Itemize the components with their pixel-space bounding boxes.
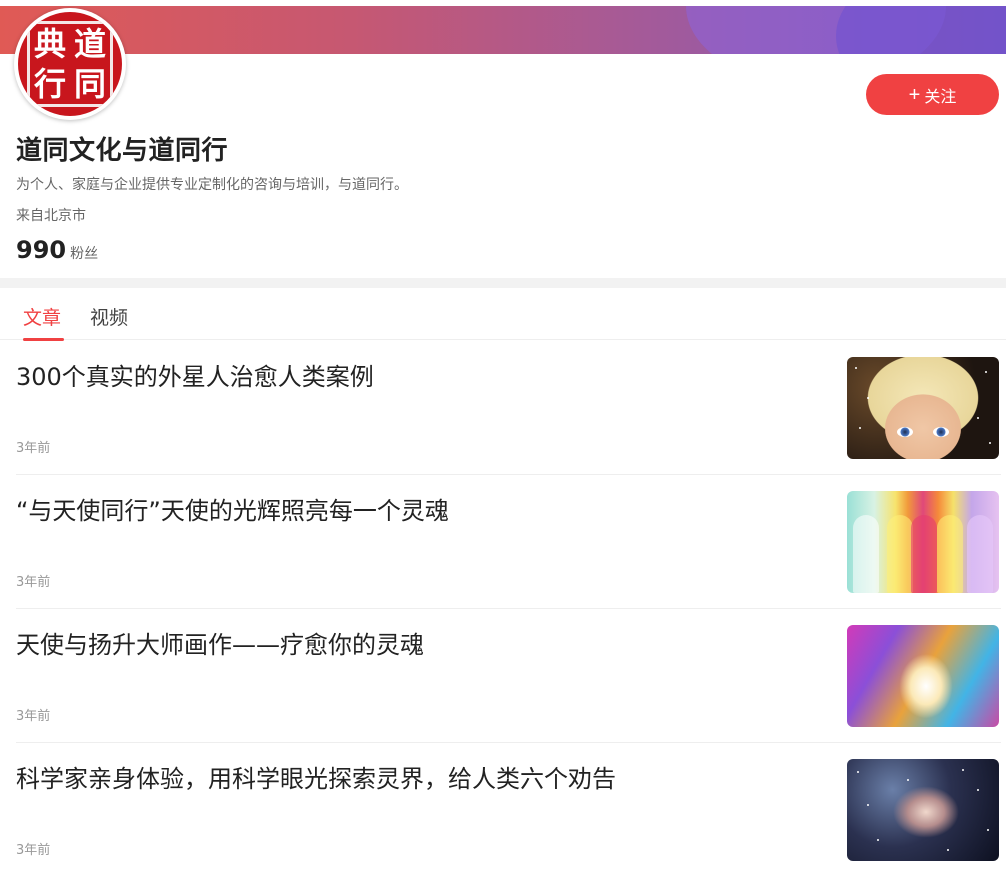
article-thumbnail[interactable]: [847, 357, 999, 459]
section-divider: [0, 278, 1006, 288]
article-thumbnail[interactable]: [847, 491, 999, 593]
avatar[interactable]: 典 道 行 同: [14, 8, 126, 120]
article-title[interactable]: 天使与扬升大师画作——疗愈你的灵魂: [16, 625, 816, 660]
article-time: 3年前: [16, 709, 51, 724]
list-item[interactable]: 天使与扬升大师画作——疗愈你的灵魂 3年前: [16, 609, 1001, 743]
fans-number: 990: [16, 236, 67, 264]
profile-banner: [0, 6, 1006, 54]
fans-count[interactable]: 990 粉丝: [16, 236, 98, 264]
content-tabs: 文章 视频: [0, 288, 1006, 341]
banner-decoration: [836, 6, 1006, 54]
article-title[interactable]: 300个真实的外星人治愈人类案例: [16, 357, 816, 392]
article-title[interactable]: “与天使同行”天使的光辉照亮每一个灵魂: [16, 491, 816, 526]
follow-button[interactable]: + 关注: [866, 74, 999, 115]
list-item[interactable]: “与天使同行”天使的光辉照亮每一个灵魂 3年前: [16, 475, 1001, 609]
seal-logo: 典 道 行 同: [18, 12, 122, 116]
profile-location: 来自北京市: [16, 208, 86, 224]
article-time: 3年前: [16, 575, 51, 590]
article-time: 3年前: [16, 843, 51, 858]
tab-videos[interactable]: 视频: [90, 303, 128, 330]
profile-name: 道同文化与道同行: [16, 136, 229, 166]
article-time: 3年前: [16, 441, 51, 456]
seal-char: 同: [73, 65, 106, 103]
tab-articles[interactable]: 文章: [23, 303, 61, 330]
fans-label: 粉丝: [70, 246, 99, 262]
profile-description: 为个人、家庭与企业提供专业定制化的咨询与培训，与道同行。: [16, 177, 408, 193]
list-item[interactable]: 科学家亲身体验，用科学眼光探索灵界，给人类六个劝告 3年前: [16, 743, 1001, 871]
article-thumbnail[interactable]: [847, 759, 999, 861]
article-title[interactable]: 科学家亲身体验，用科学眼光探索灵界，给人类六个劝告: [16, 759, 816, 794]
list-item[interactable]: 300个真实的外星人治愈人类案例 3年前: [16, 341, 1001, 475]
follow-label: 关注: [924, 88, 957, 106]
plus-icon: +: [908, 83, 921, 106]
seal-char: 典: [33, 25, 66, 63]
seal-char: 道: [73, 25, 106, 63]
seal-char: 行: [33, 65, 66, 103]
article-thumbnail[interactable]: [847, 625, 999, 727]
